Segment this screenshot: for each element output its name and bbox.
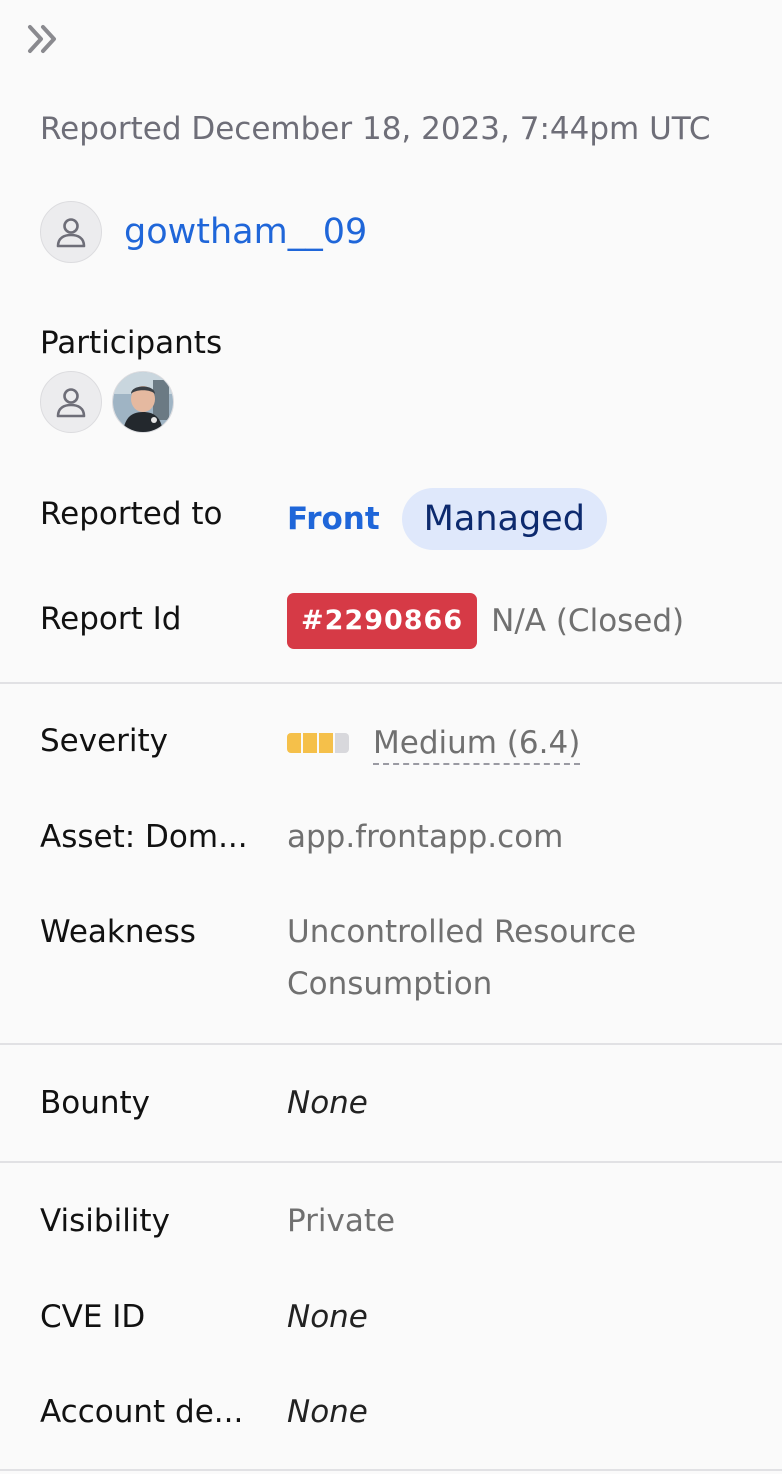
divider [0,682,782,684]
report-id-value: #2290866 N/A (Closed) [287,593,684,649]
avatar-photo-icon [113,372,173,432]
participant-avatar-default[interactable] [40,371,102,433]
report-id-label: Report Id [40,601,182,637]
reported-to-value: Front Managed [287,488,607,550]
severity-segment [319,732,333,753]
divider [0,1469,782,1471]
reported-to-label: Reported to [40,496,223,532]
severity-segment [287,732,301,753]
participant-avatar-photo[interactable] [112,371,174,433]
reporter-username-link[interactable]: gowtham__09 [124,212,367,252]
severity-label: Severity [40,723,169,759]
divider [0,1161,782,1163]
account-details-value: None [287,1394,368,1430]
reported-date: Reported December 18, 2023, 7:44pm UTC [40,111,711,147]
cve-id-label: CVE ID [40,1299,146,1335]
participants-label: Participants [40,325,223,361]
visibility-label: Visibility [40,1203,170,1239]
account-details-label: Account de... [40,1394,244,1430]
program-link[interactable]: Front [287,501,380,537]
bounty-label: Bounty [40,1085,151,1121]
participants-list [40,371,174,433]
managed-badge: Managed [401,488,607,550]
visibility-value: Private [287,1203,396,1239]
severity-segment [335,732,349,753]
asset-value: app.frontapp.com [287,819,564,855]
user-icon [56,218,86,248]
double-chevron-right-icon [28,25,56,53]
weakness-label: Weakness [40,914,196,950]
report-id-badge[interactable]: #2290866 [287,593,478,649]
severity-segment [303,732,317,753]
bounty-value: None [287,1085,368,1121]
weakness-value-line1: Uncontrolled Resource [287,914,637,950]
reporter-avatar[interactable] [40,201,102,263]
divider [0,1043,782,1045]
reporter: gowtham__09 [40,201,367,263]
severity-value: Medium (6.4) [287,723,581,765]
collapse-sidebar-button[interactable] [26,24,62,54]
asset-label: Asset: Dom... [40,819,248,855]
severity-meter [287,732,351,753]
cve-id-value: None [287,1299,368,1335]
user-icon [56,388,86,418]
report-status: N/A (Closed) [491,603,685,639]
weakness-value-line2: Consumption [287,966,493,1002]
severity-score-link[interactable]: Medium (6.4) [373,724,581,765]
